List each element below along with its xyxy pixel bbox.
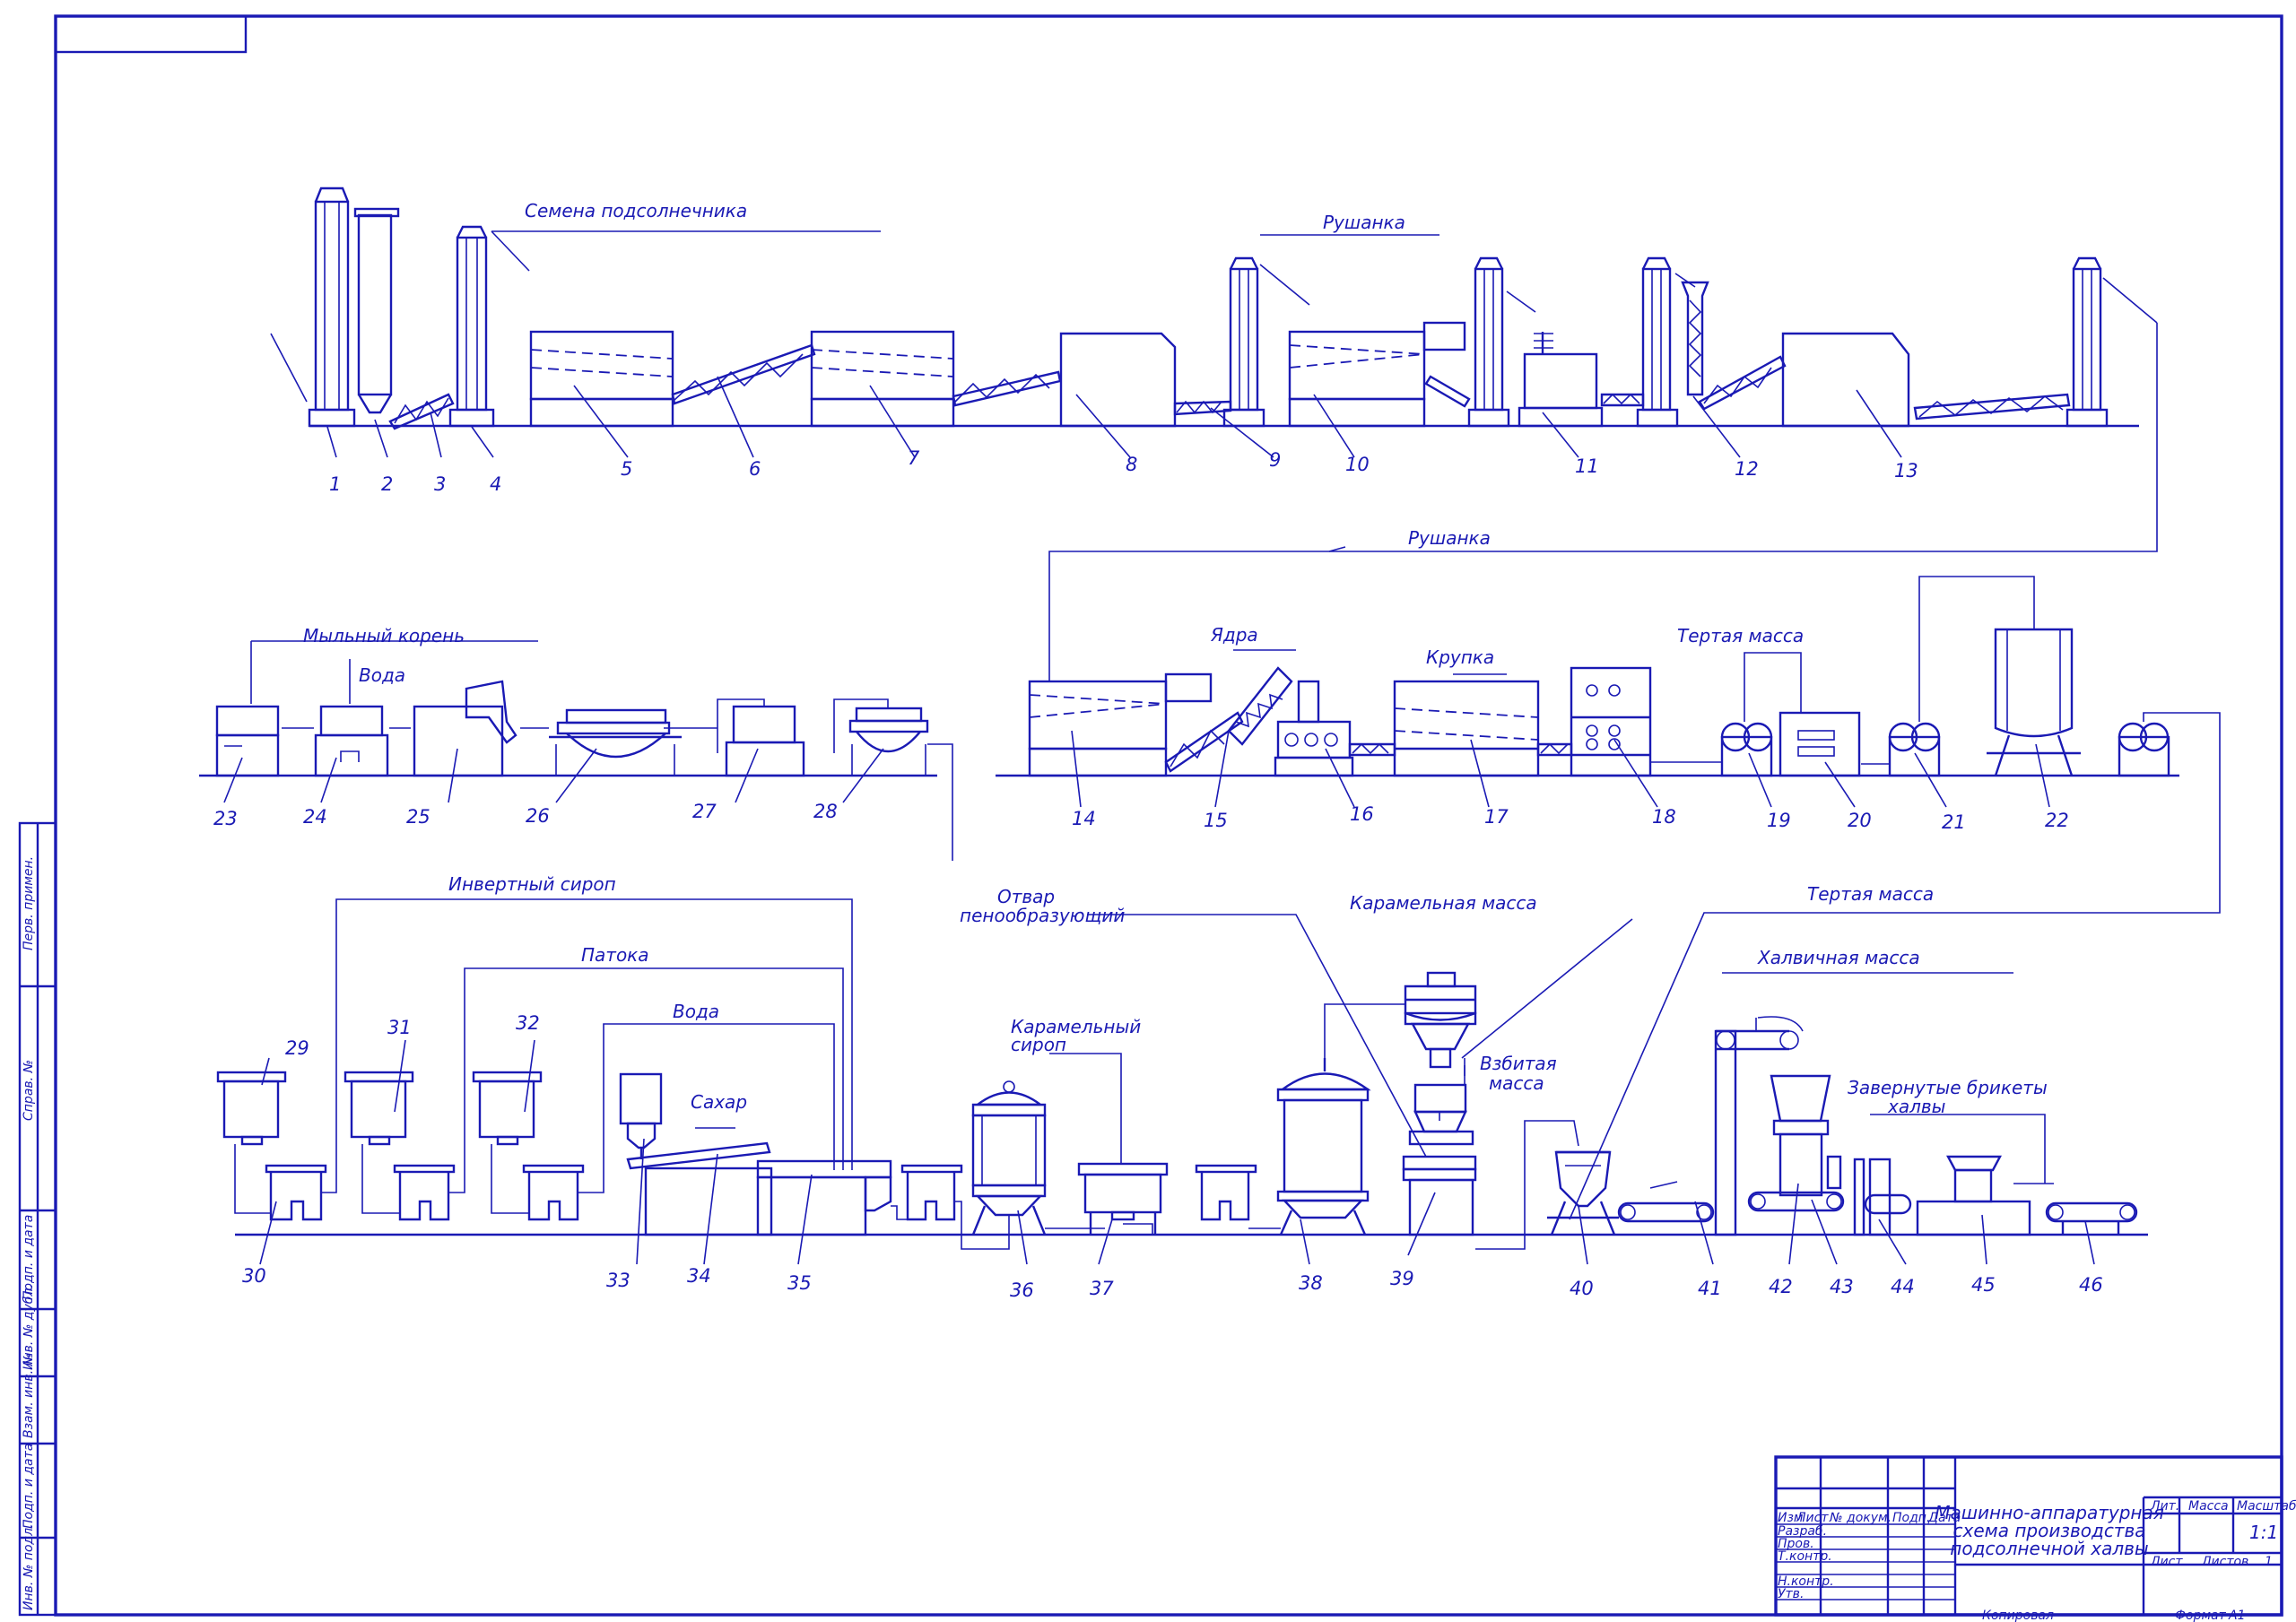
- label-wrapped-1: Завернутые брикеты: [1848, 1077, 2048, 1098]
- tb-format: Формат: [2175, 1609, 2227, 1622]
- label-foaming-decoction-2: пенообразующий: [960, 905, 1125, 926]
- label-whipped-mass-2: масса: [1489, 1072, 1544, 1094]
- equipment-number: 3: [434, 473, 446, 495]
- equipment-number: 27: [692, 801, 717, 822]
- tb-col-sign: Подп.: [1892, 1511, 1930, 1525]
- equipment-number: 36: [1010, 1279, 1034, 1301]
- stamp-cell-7: Инв. № подл.: [22, 1523, 36, 1610]
- tb-lit: Лит.: [2150, 1499, 2179, 1514]
- equipment-number: 29: [285, 1037, 309, 1059]
- stamp-cell-1: Перв. примен.: [22, 856, 36, 950]
- label-water-row3: Вода: [673, 1001, 719, 1022]
- equipment-number: 28: [813, 801, 838, 822]
- label-whipped-mass-1: Взбитая: [1480, 1053, 1557, 1074]
- tb-sheet: Лист: [2150, 1555, 2183, 1569]
- equipment-number: 23: [213, 808, 238, 829]
- equipment-number: 43: [1830, 1276, 1854, 1297]
- stamp-cell-6: Подп. и дата: [22, 1444, 36, 1529]
- tb-mass: Масса: [2188, 1499, 2229, 1514]
- equipment-number: 9: [1269, 449, 1281, 471]
- equipment-number: 44: [1891, 1276, 1915, 1297]
- equipment-number: 19: [1767, 810, 1791, 831]
- label-rushanka-return: Рушанка: [1408, 527, 1491, 549]
- row1-flows: [270, 230, 2158, 681]
- equipment-number: 33: [606, 1270, 631, 1291]
- tb-col-list: Лист: [1796, 1511, 1829, 1525]
- row2-right-equipment: [996, 628, 2179, 777]
- equipment-number: 6: [749, 458, 761, 480]
- row3-equipment: [216, 971, 2148, 1236]
- equipment-number: 17: [1484, 806, 1509, 828]
- equipment-number: 38: [1299, 1272, 1323, 1294]
- equipment-number: 34: [687, 1265, 711, 1287]
- label-sunflower-seeds: Семена подсолнечника: [525, 200, 747, 221]
- equipment-number: 45: [1971, 1274, 1996, 1296]
- equipment-number: 42: [1769, 1276, 1793, 1297]
- title-block: Изм Лист № докум. Подп. Дата Разраб. Про…: [1774, 1455, 2296, 1622]
- equipment-number: 18: [1652, 806, 1676, 828]
- row3-leaders: [259, 1039, 2095, 1265]
- label-invert-syrup: Инвертный сироп: [448, 873, 616, 895]
- row1-equipment: [308, 186, 2139, 430]
- equipment-number: 40: [1570, 1278, 1594, 1299]
- tb-copied: Копировал: [1982, 1609, 2054, 1622]
- equipment-number: 20: [1848, 810, 1872, 831]
- equipment-number: 39: [1390, 1268, 1414, 1289]
- tb-scale: Масштаб: [2237, 1499, 2296, 1514]
- equipment-number: 32: [516, 1012, 540, 1034]
- label-water-row2: Вода: [359, 664, 405, 686]
- label-ground-mass-bottom: Тертая масса: [1807, 883, 1934, 905]
- process-flow-diagram: Перв. примен. Справ. № Подп. и дата Инв.…: [18, 14, 2296, 1622]
- equipment-number: 5: [621, 458, 632, 480]
- tb-row-utv: Утв.: [1778, 1587, 1804, 1601]
- equipment-number: 13: [1894, 460, 1918, 481]
- stamp-cell-2: Справ. №: [22, 1060, 36, 1121]
- label-caramel-mass: Карамельная масса: [1350, 892, 1537, 914]
- side-stamp: Перв. примен. Справ. № Подп. и дата Инв.…: [18, 821, 57, 1617]
- equipment-number: 37: [1090, 1278, 1114, 1299]
- label-ground-mass-top: Тертая масса: [1677, 625, 1804, 646]
- tb-sheets-value: 1: [2265, 1555, 2273, 1569]
- label-treacle: Патока: [581, 944, 649, 966]
- tb-scale-value: 1:1: [2249, 1522, 2278, 1543]
- equipment-number: 24: [303, 806, 327, 828]
- label-rushanka-top: Рушанка: [1323, 212, 1405, 233]
- tb-sheets: Листов: [2201, 1555, 2248, 1569]
- drawing-title-3: подсолнечной халвы: [1950, 1538, 2148, 1559]
- equipment-number: 1: [329, 473, 341, 495]
- equipment-number: 8: [1126, 454, 1137, 475]
- equipment-number: 21: [1942, 811, 1966, 833]
- tb-row-tkontr: Т.контр.: [1778, 1549, 1832, 1564]
- label-soap-root: Мыльный корень: [303, 625, 465, 646]
- label-wrapped-2: халвы: [1887, 1096, 1945, 1117]
- tb-format-value: A1: [2228, 1609, 2245, 1622]
- equipment-number: 12: [1735, 458, 1759, 480]
- equipment-number: 30: [242, 1265, 266, 1287]
- stamp-cell-5: Взам. инв. №: [22, 1353, 36, 1438]
- equipment-number: 10: [1345, 454, 1370, 475]
- equipment-number: 35: [787, 1272, 812, 1294]
- equipment-number: 25: [406, 806, 430, 828]
- tb-col-doc: № докум.: [1829, 1511, 1892, 1525]
- label-halva-mass: Халвичная масса: [1757, 947, 1920, 968]
- equipment-number: 4: [490, 473, 501, 495]
- label-caramel-syrup-2: сироп: [1011, 1034, 1066, 1055]
- label-groats: Крупка: [1426, 646, 1494, 668]
- row2-right-leaders: [1071, 730, 2050, 808]
- equipment-number: 11: [1575, 455, 1599, 477]
- equipment-number: 2: [381, 473, 393, 495]
- equipment-number: 26: [526, 805, 550, 827]
- equipment-number: 7: [908, 447, 920, 469]
- equipment-number: 22: [2045, 810, 2069, 831]
- equipment-number: 16: [1350, 803, 1374, 825]
- equipment-number: 15: [1204, 810, 1228, 831]
- label-kernels: Ядра: [1210, 624, 1258, 646]
- equipment-number: 14: [1072, 808, 1096, 829]
- row1-leaders: [326, 376, 1902, 458]
- label-sugar: Сахар: [691, 1091, 747, 1113]
- equipment-number: 46: [2079, 1274, 2103, 1296]
- equipment-number: 41: [1698, 1278, 1722, 1299]
- equipment-number: 31: [387, 1017, 412, 1038]
